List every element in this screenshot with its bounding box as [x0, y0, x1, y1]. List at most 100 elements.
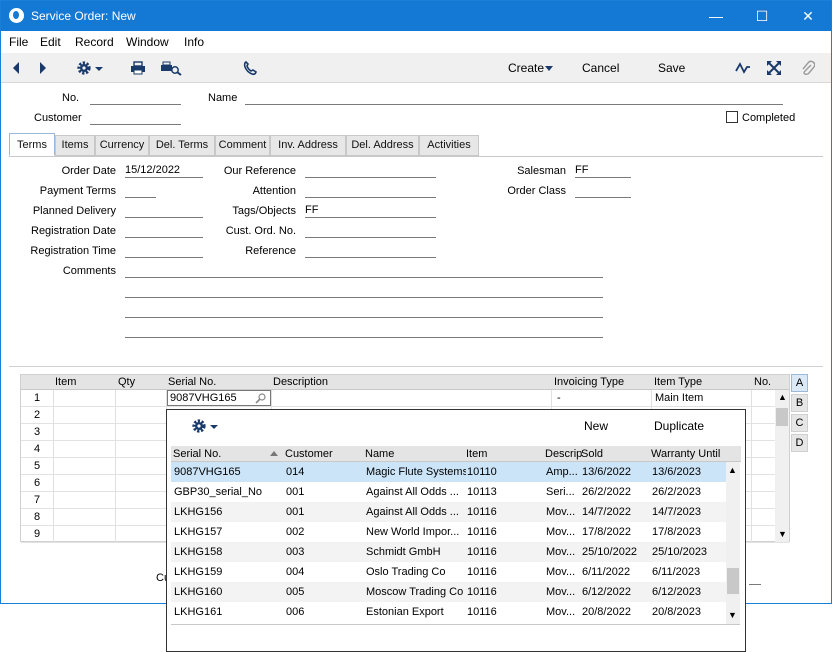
maximize-button[interactable]: ☐	[739, 1, 785, 31]
next-record-icon[interactable]	[38, 61, 48, 75]
serial-number-popup: New Duplicate Serial No. Customer Name I…	[166, 409, 746, 652]
row-flip-c-button[interactable]: C	[791, 414, 808, 432]
popup-new-button[interactable]: New	[584, 419, 608, 433]
row-description: Mov...	[546, 566, 576, 578]
comments-line-1[interactable]	[125, 264, 603, 278]
col-no[interactable]: No.	[754, 376, 771, 388]
popup-scroll-up-icon[interactable]: ▲	[728, 465, 737, 475]
cust-ord-no-field[interactable]	[305, 224, 436, 238]
payment-terms-field[interactable]	[125, 184, 156, 198]
menu-file[interactable]: File	[9, 35, 28, 49]
popup-col-customer[interactable]: Customer	[285, 448, 333, 460]
comments-line-2[interactable]	[125, 284, 603, 298]
payment-terms-label: Payment Terms	[39, 185, 116, 197]
popup-row[interactable]: 9087VHG165 014 Magic Flute Systems 10110…	[171, 462, 726, 482]
create-button[interactable]: Create	[508, 61, 544, 75]
tab-activities[interactable]: Activities	[419, 135, 479, 156]
col-serial-no[interactable]: Serial No.	[168, 376, 216, 388]
cancel-button[interactable]: Cancel	[582, 61, 619, 75]
row-flip-b-button[interactable]: B	[791, 394, 808, 412]
popup-row[interactable]: LKHG156 001 Against All Odds ... 10116 M…	[171, 502, 726, 522]
popup-scroll-down-icon[interactable]: ▼	[728, 610, 737, 620]
salesman-field[interactable]: FF	[575, 164, 631, 178]
minimize-button[interactable]: —	[693, 1, 739, 31]
row-item: 10116	[467, 566, 497, 578]
paste-special-icon[interactable]	[255, 393, 267, 404]
app-icon	[9, 8, 24, 23]
col-qty[interactable]: Qty	[118, 376, 135, 388]
popup-col-name[interactable]: Name	[365, 448, 394, 460]
expand-icon[interactable]	[766, 60, 782, 76]
popup-row[interactable]: GBP30_serial_No 001 Against All Odds ...…	[171, 482, 726, 502]
attention-field[interactable]	[305, 184, 436, 198]
phone-icon[interactable]	[243, 60, 257, 76]
completed-checkbox[interactable]	[726, 111, 738, 123]
popup-row[interactable]: LKHG161 006 Estonian Export 10116 Mov...…	[171, 602, 726, 622]
row-number: 1	[33, 392, 41, 404]
popup-row[interactable]: LKHG157 002 New World Impor... 10116 Mov…	[171, 522, 726, 542]
scroll-thumb[interactable]	[776, 408, 788, 426]
print-preview-icon[interactable]	[160, 61, 182, 76]
registration-date-field[interactable]	[125, 224, 203, 238]
row-item: 10116	[467, 586, 497, 598]
popup-col-description[interactable]: Descrip	[545, 448, 582, 460]
order-date-field[interactable]: 15/12/2022	[125, 164, 203, 178]
registration-time-label: Registration Time	[30, 245, 116, 257]
grid-scrollbar[interactable]: ▲ ▼	[775, 390, 789, 542]
row-flip-d-button[interactable]: D	[791, 434, 808, 452]
tab-comment[interactable]: Comment	[215, 135, 270, 156]
operations-menu-icon[interactable]	[76, 60, 106, 76]
section-divider	[9, 366, 823, 367]
print-icon[interactable]	[130, 61, 146, 75]
row-name: Against All Odds ...	[366, 506, 459, 518]
col-item-type[interactable]: Item Type	[654, 376, 702, 388]
attachment-icon[interactable]	[801, 60, 815, 77]
activity-icon[interactable]	[735, 61, 751, 75]
popup-row[interactable]: LKHG160 005 Moscow Trading Co 10116 Mov.…	[171, 582, 726, 602]
row-number: 4	[33, 443, 41, 455]
popup-scroll-thumb[interactable]	[727, 568, 739, 594]
close-button[interactable]: ✕	[785, 1, 831, 31]
menu-window[interactable]: Window	[126, 35, 169, 49]
order-class-field[interactable]	[575, 184, 631, 198]
col-invoicing-type[interactable]: Invoicing Type	[554, 376, 624, 388]
popup-duplicate-button[interactable]: Duplicate	[654, 419, 704, 433]
comments-line-3[interactable]	[125, 304, 603, 318]
menu-info[interactable]: Info	[184, 35, 204, 49]
scroll-up-icon[interactable]: ▲	[778, 392, 787, 402]
our-reference-field[interactable]	[305, 164, 436, 178]
reference-field[interactable]	[305, 244, 436, 258]
col-description[interactable]: Description	[273, 376, 328, 388]
row-flip-a-button[interactable]: A	[791, 374, 808, 392]
popup-col-serial-no[interactable]: Serial No.	[173, 448, 221, 460]
tab-del-terms[interactable]: Del. Terms	[149, 135, 215, 156]
tab-terms[interactable]: Terms	[9, 133, 55, 156]
create-dropdown-icon[interactable]	[545, 66, 554, 72]
order-class-label: Order Class	[507, 185, 566, 197]
popup-row[interactable]: LKHG158 003 Schmidt GmbH 10116 Mov... 25…	[171, 542, 726, 562]
popup-operations-icon[interactable]	[191, 418, 221, 434]
previous-record-icon[interactable]	[11, 61, 21, 75]
tab-del-address[interactable]: Del. Address	[346, 135, 419, 156]
customer-field[interactable]	[90, 111, 181, 125]
menu-record[interactable]: Record	[75, 35, 114, 49]
tab-items[interactable]: Items	[55, 135, 95, 156]
grid-row[interactable]: 1 9087VHG165 - Main Item	[21, 390, 789, 407]
menu-edit[interactable]: Edit	[40, 35, 61, 49]
comments-line-4[interactable]	[125, 324, 603, 338]
no-field[interactable]	[90, 91, 181, 105]
planned-delivery-field[interactable]	[125, 204, 203, 218]
popup-col-item[interactable]: Item	[466, 448, 487, 460]
scroll-down-icon[interactable]: ▼	[778, 529, 787, 539]
tags-objects-field[interactable]: FF	[305, 204, 436, 218]
popup-col-warranty-until[interactable]: Warranty Until	[651, 448, 720, 460]
col-item[interactable]: Item	[55, 376, 76, 388]
popup-scrollbar[interactable]: ▲ ▼	[726, 462, 740, 624]
tab-currency[interactable]: Currency	[95, 135, 149, 156]
registration-time-field[interactable]	[125, 244, 203, 258]
tab-inv-address[interactable]: Inv. Address	[270, 135, 346, 156]
popup-row[interactable]: LKHG159 004 Oslo Trading Co 10116 Mov...…	[171, 562, 726, 582]
popup-col-sold[interactable]: Sold	[581, 448, 603, 460]
save-button[interactable]: Save	[658, 61, 685, 75]
name-field[interactable]	[245, 91, 783, 105]
